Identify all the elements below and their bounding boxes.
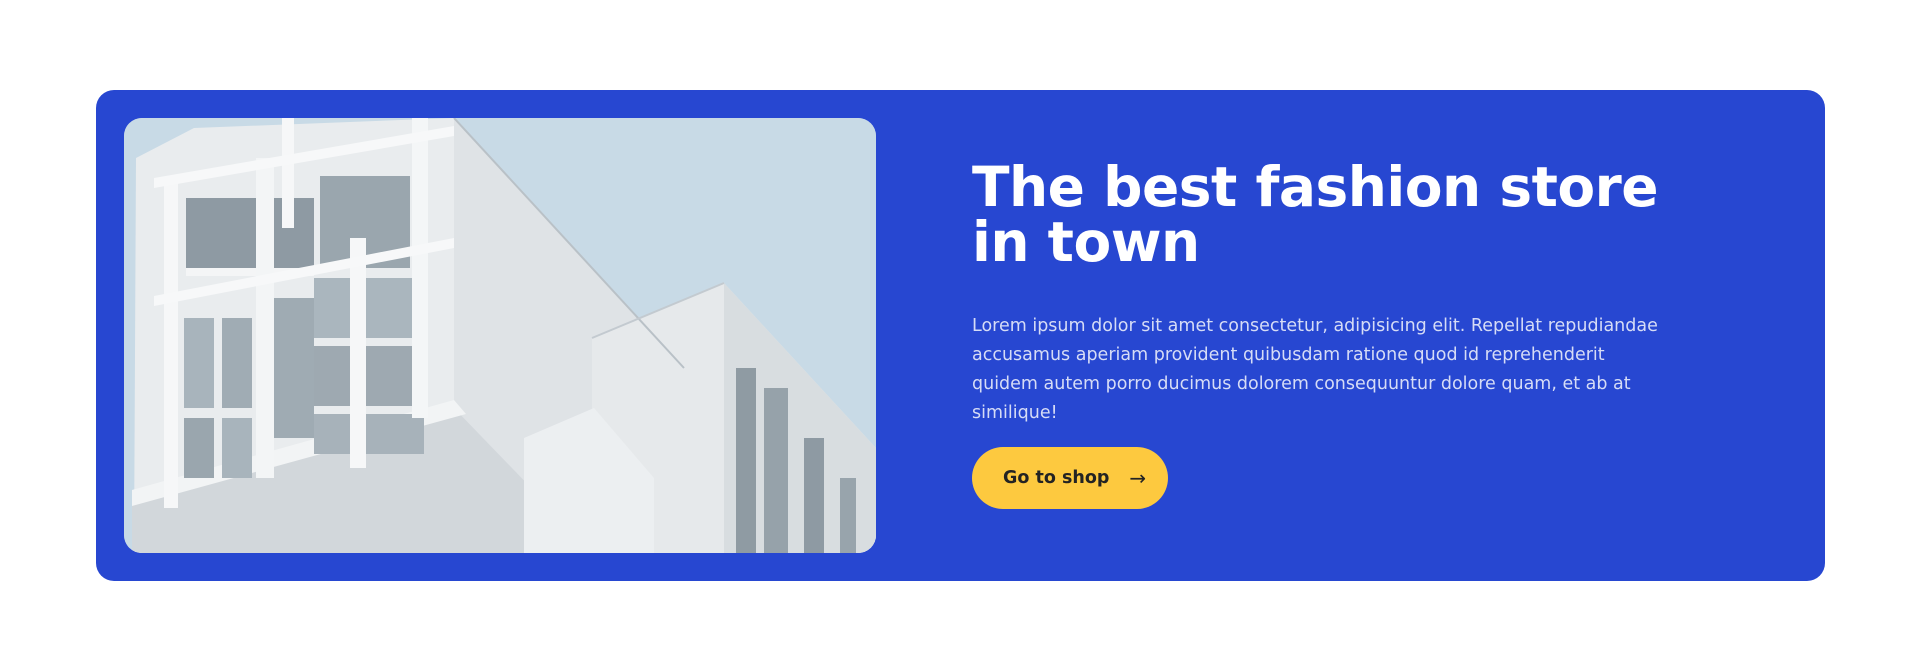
hero-description: Lorem ipsum dolor sit amet consectetur, … (972, 316, 1658, 423)
building-illustration (124, 118, 876, 553)
go-to-shop-label: Go to shop (1003, 468, 1110, 488)
hero-image (124, 118, 876, 553)
arrow-right-icon: → (1129, 466, 1147, 490)
hero-title: The best fashion store in town (972, 155, 1659, 274)
hero-banner: The best fashion store in town Lorem ips… (96, 90, 1825, 581)
go-to-shop-button[interactable]: Go to shop → (972, 447, 1168, 509)
hero-content: The best fashion store in town Lorem ips… (972, 160, 1712, 428)
